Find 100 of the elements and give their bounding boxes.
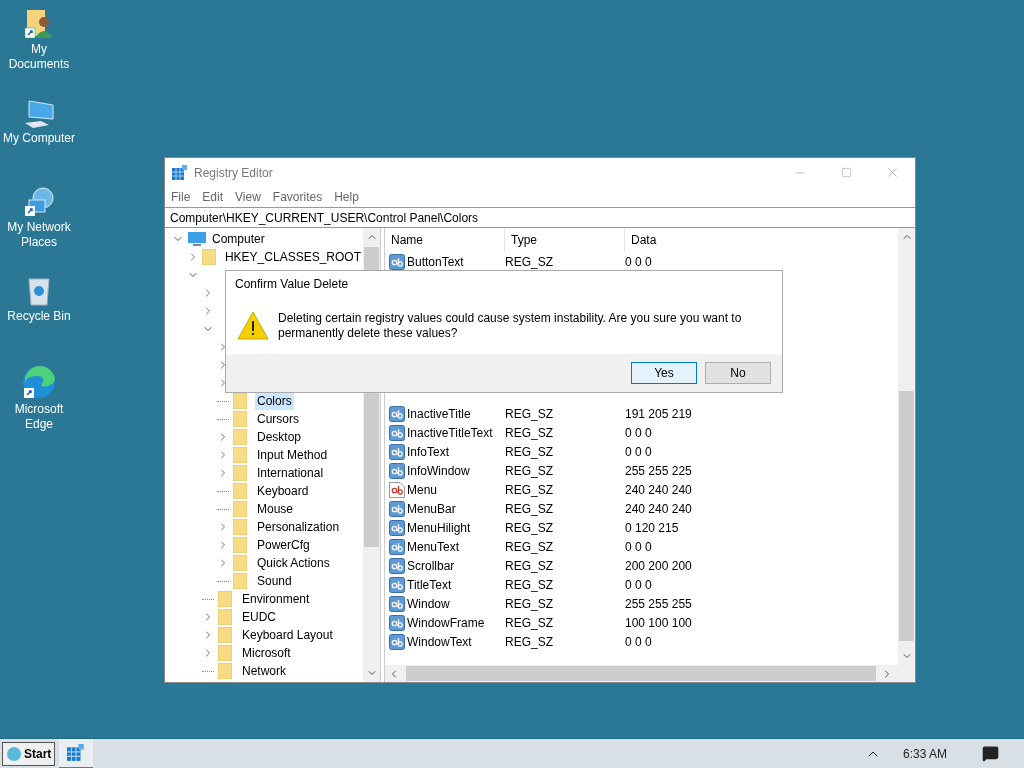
- value-data: 191 205 219: [625, 405, 692, 423]
- tree-item[interactable]: Desktop: [255, 428, 304, 446]
- folder-icon: [218, 591, 232, 607]
- tree-item[interactable]: Input Method: [255, 446, 330, 464]
- notification-icon[interactable]: [982, 745, 999, 762]
- value-data: 0 0 0: [625, 538, 652, 556]
- value-type: REG_SZ: [505, 500, 554, 518]
- value-data: 100 100 100: [625, 614, 692, 632]
- tree-item[interactable]: Network: [240, 662, 288, 680]
- edge-icon: [21, 364, 57, 400]
- column-header[interactable]: Data: [625, 228, 898, 252]
- desktop-icon-label[interactable]: My Computer: [0, 131, 78, 146]
- string-value-icon: [389, 576, 405, 593]
- tree-item[interactable]: PowerCfg: [255, 536, 312, 554]
- folder-icon: [233, 537, 247, 553]
- tree-item[interactable]: Quick Actions: [255, 554, 332, 572]
- desktop-icon-label[interactable]: My Documents: [0, 42, 78, 72]
- menu-item[interactable]: File: [171, 188, 191, 206]
- menu-item[interactable]: Favorites: [272, 188, 323, 206]
- tree-item[interactable]: Mouse: [255, 500, 296, 518]
- value-name[interactable]: InfoWindow: [407, 461, 470, 480]
- string-value-icon: [389, 633, 405, 650]
- folder-icon: [218, 663, 232, 679]
- string-value-icon: [389, 538, 405, 555]
- folder-icon: [233, 555, 247, 571]
- dialog-button[interactable]: No: [705, 362, 771, 384]
- folder-icon: [233, 429, 247, 445]
- value-type: REG_SZ: [505, 443, 554, 461]
- tree-item[interactable]: Cursors: [255, 410, 301, 428]
- documents-icon: [23, 8, 55, 40]
- folder-icon: [218, 627, 232, 643]
- folder-icon: [218, 645, 232, 661]
- value-name[interactable]: WindowText: [407, 632, 472, 651]
- horizontal-scrollbar[interactable]: [385, 665, 915, 682]
- value-name[interactable]: InfoText: [407, 442, 450, 461]
- menu-item[interactable]: View: [235, 188, 261, 206]
- string-value-icon: [389, 424, 405, 441]
- desktop-icon-label[interactable]: Microsoft Edge: [0, 402, 78, 432]
- window-title: Registry Editor: [194, 164, 273, 182]
- value-name[interactable]: MenuText: [407, 537, 460, 556]
- clock[interactable]: 6:33 AM: [902, 744, 947, 763]
- value-name[interactable]: WindowFrame: [407, 613, 485, 632]
- value-name[interactable]: Menu: [407, 480, 438, 499]
- folder-icon: [233, 447, 247, 463]
- dialog-button[interactable]: Yes: [631, 362, 697, 384]
- tree-item[interactable]: EUDC: [240, 608, 278, 626]
- string-value-icon: [389, 405, 405, 422]
- folder-icon: [233, 465, 247, 481]
- desktop-icon-label[interactable]: My Network Places: [0, 220, 78, 250]
- value-name[interactable]: ButtonText: [407, 252, 464, 271]
- warning-icon: [237, 311, 269, 340]
- value-data: 255 255 255: [625, 595, 692, 613]
- value-name[interactable]: InactiveTitleText: [407, 423, 493, 442]
- folder-icon: [233, 519, 247, 535]
- maximize-icon[interactable]: [840, 167, 852, 178]
- dialog-message: Deleting certain registry values could cause system instability. Are you sure you want to permanently delete these values?: [278, 310, 743, 341]
- value-name[interactable]: InactiveTitle: [407, 404, 471, 423]
- tree-item[interactable]: Microsoft: [240, 644, 293, 662]
- desktop-icon-label[interactable]: Recycle Bin: [0, 309, 78, 324]
- value-data: 0 120 215: [625, 519, 679, 537]
- menu-item[interactable]: Help: [334, 188, 359, 206]
- start-button[interactable]: Start: [2, 741, 56, 766]
- tree-item[interactable]: Sound: [255, 572, 294, 590]
- value-type: REG_SZ: [505, 253, 554, 271]
- string-value-icon: [389, 519, 405, 536]
- tree-item[interactable]: HKEY_CLASSES_ROOT: [222, 248, 363, 266]
- value-name[interactable]: MenuBar: [407, 499, 456, 518]
- column-header[interactable]: Type: [505, 228, 625, 252]
- value-type: REG_SZ: [505, 633, 554, 651]
- value-data: 240 240 240: [625, 481, 692, 499]
- folder-icon: [233, 483, 247, 499]
- tree-item[interactable]: Keyboard Layout: [240, 626, 335, 644]
- taskbar-app[interactable]: [59, 738, 94, 768]
- value-name[interactable]: TitleText: [407, 575, 452, 594]
- tree-item[interactable]: Environment: [240, 590, 312, 608]
- vertical-scrollbar[interactable]: [898, 228, 915, 665]
- value-name[interactable]: Scrollbar: [407, 556, 455, 575]
- menu-item[interactable]: Edit: [202, 188, 224, 206]
- value-data: 0 0 0: [625, 576, 652, 594]
- value-type: REG_SZ: [505, 614, 554, 632]
- value-name[interactable]: Window: [407, 594, 450, 613]
- value-name[interactable]: MenuHilight: [407, 518, 471, 537]
- string-value-icon: [389, 500, 405, 517]
- start-orb-icon: [6, 745, 22, 762]
- tree-item[interactable]: Personalization: [255, 518, 342, 536]
- value-type: REG_SZ: [505, 519, 554, 537]
- tree-item[interactable]: International: [255, 464, 326, 482]
- column-header[interactable]: Name: [385, 228, 505, 252]
- string-value-icon: [389, 462, 405, 479]
- value-data: 255 255 225: [625, 462, 692, 480]
- folder-icon: [218, 609, 232, 625]
- tree-item[interactable]: Computer: [210, 230, 267, 248]
- registry-icon: [172, 164, 188, 181]
- tree-item[interactable]: Keyboard: [255, 482, 311, 500]
- string-value-icon: [389, 614, 405, 631]
- value-type: REG_SZ: [505, 576, 554, 594]
- address-bar[interactable]: Computer\HKEY_CURRENT_USER\Control Panel\Colors: [165, 207, 915, 228]
- value-data: 0 0 0: [625, 633, 652, 651]
- value-data: 0 0 0: [625, 424, 652, 442]
- folder-icon: [233, 393, 247, 409]
